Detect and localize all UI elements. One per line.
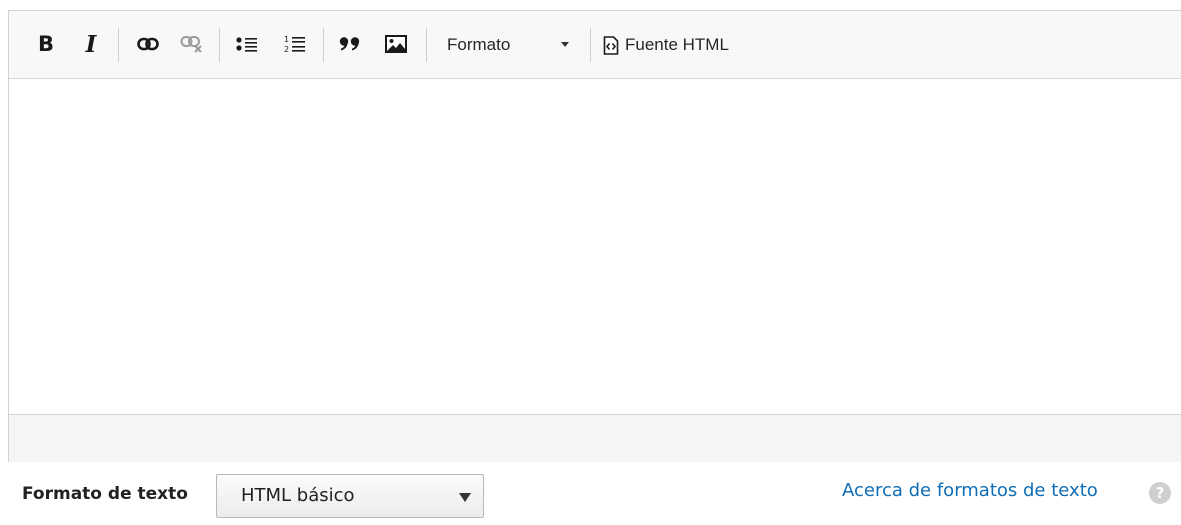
editor-status-bar [9,414,1181,462]
about-text-formats-link[interactable]: Acerca de formatos de texto [842,480,1098,501]
toolbar-separator [323,28,324,62]
image-button[interactable] [381,29,411,59]
svg-text:1: 1 [284,35,289,44]
numbered-list-icon: 1 2 [284,35,305,54]
numbered-list-button[interactable]: 1 2 [280,29,310,59]
bulleted-list-button[interactable] [232,29,262,59]
text-format-label: Formato de texto [22,484,188,504]
toolbar-separator [219,28,220,62]
blockquote-button[interactable] [335,29,365,59]
source-html-label: Fuente HTML [625,35,729,54]
format-dropdown-label: Formato [447,35,511,54]
bold-button[interactable]: B [33,29,59,59]
bulleted-list-icon [236,37,257,52]
toolbar-separator [426,28,427,62]
svg-text:2: 2 [284,45,289,54]
editor-content-area[interactable] [9,79,1181,414]
text-format-selected-value: HTML básico [241,485,355,506]
link-button[interactable] [134,29,162,59]
link-icon [137,37,159,51]
image-icon [385,35,407,53]
rich-text-editor: B I 1 2 Formato Fuente HTML [8,10,1181,462]
chevron-down-icon [459,493,471,502]
italic-button[interactable]: I [79,29,103,59]
toolbar-separator [590,28,591,62]
help-icon[interactable]: ? [1149,482,1171,504]
source-html-button[interactable]: Fuente HTML [603,29,729,61]
format-dropdown[interactable]: Formato [442,29,582,61]
text-format-select[interactable]: HTML básico [216,474,484,518]
editor-toolbar: B I 1 2 Formato Fuente HTML [9,11,1181,79]
source-code-icon [603,35,619,55]
text-format-row: Formato de texto HTML básico Acerca de f… [0,462,1181,525]
unlink-icon [180,36,202,53]
toolbar-separator [118,28,119,62]
blockquote-icon [339,37,360,51]
chevron-down-icon [561,42,569,47]
unlink-button[interactable] [177,29,207,59]
